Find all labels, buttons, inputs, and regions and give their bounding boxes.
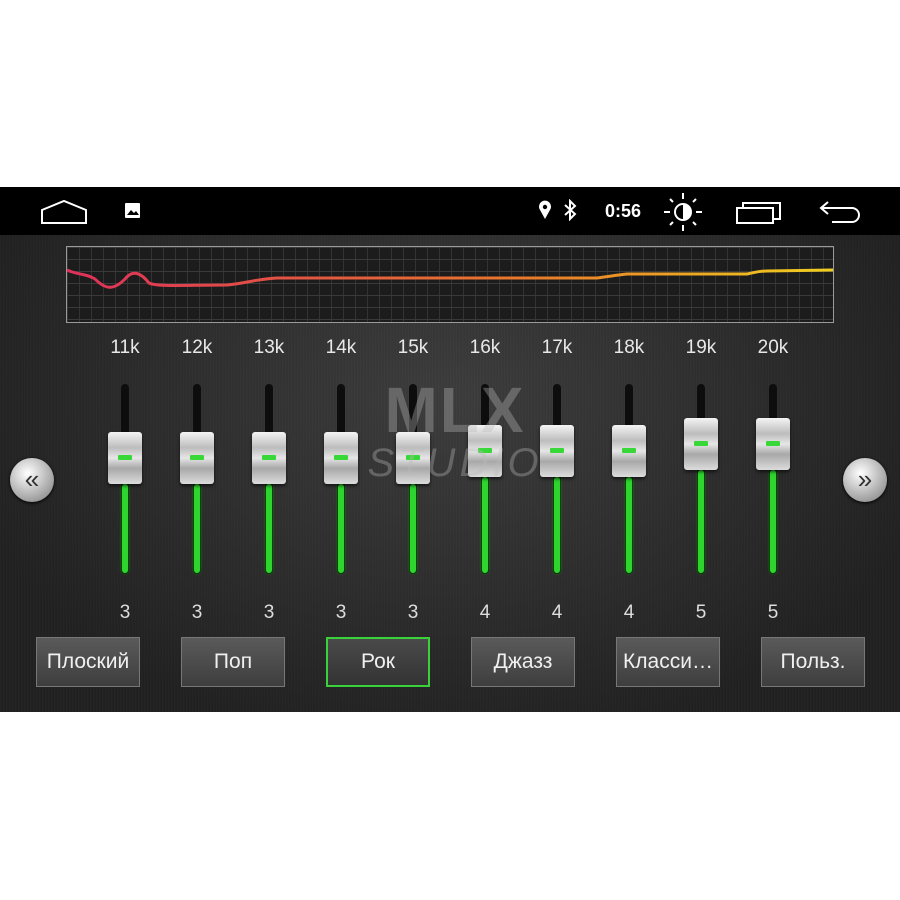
- band-slider-handle[interactable]: [756, 418, 790, 470]
- back-icon[interactable]: [818, 199, 862, 225]
- recent-apps-icon[interactable]: [735, 201, 783, 225]
- preset-button[interactable]: Польз.: [761, 637, 865, 687]
- home-icon[interactable]: [40, 199, 88, 225]
- band-value: 3: [407, 602, 419, 623]
- band-slider-handle[interactable]: [684, 418, 718, 470]
- next-page-button[interactable]: »: [843, 458, 887, 502]
- band-value: 4: [479, 602, 491, 623]
- band-slider-fill: [626, 477, 632, 573]
- handle-indicator: [550, 448, 564, 453]
- band-frequency-label: 12k: [181, 337, 213, 358]
- band-frequency-label: 13k: [253, 337, 285, 358]
- band-frequency-label: 19k: [685, 337, 717, 358]
- handle-indicator: [766, 441, 780, 446]
- handle-indicator: [694, 441, 708, 446]
- clock: 0:56: [605, 201, 642, 221]
- preset-button[interactable]: Джазз: [471, 637, 575, 687]
- band-slider-handle[interactable]: [252, 432, 286, 484]
- band-slider-fill: [770, 470, 776, 573]
- handle-indicator: [406, 455, 420, 460]
- double-chevron-left-icon: «: [24, 464, 40, 494]
- band-slider-handle[interactable]: [180, 432, 214, 484]
- prev-page-button[interactable]: «: [10, 458, 54, 502]
- band-frequency-label: 16k: [469, 337, 501, 358]
- eq-curve-graph: [66, 246, 838, 323]
- band-value: 4: [623, 602, 635, 623]
- handle-indicator: [190, 455, 204, 460]
- preset-button[interactable]: Поп: [181, 637, 285, 687]
- equalizer-screen: 0:56 11k 3 12k 3 13k 3 14k 3 15k 3 16k 4…: [0, 187, 900, 712]
- band-slider-handle[interactable]: [396, 432, 430, 484]
- band-slider-handle[interactable]: [468, 425, 502, 477]
- location-icon: [539, 200, 551, 219]
- band-frequency-label: 20k: [757, 337, 789, 358]
- band-frequency-label: 11k: [110, 337, 140, 358]
- preset-button[interactable]: Класси…: [616, 637, 720, 687]
- band-slider-handle[interactable]: [324, 432, 358, 484]
- handle-indicator: [478, 448, 492, 453]
- band-value: 3: [191, 602, 203, 623]
- band-slider-fill: [266, 484, 272, 573]
- band-slider-fill: [482, 477, 488, 573]
- band-value: 5: [695, 602, 707, 623]
- band-value: 3: [335, 602, 347, 623]
- band-frequency-label: 17k: [541, 337, 573, 358]
- band-slider-fill: [338, 484, 344, 573]
- status-bar: 0:56: [0, 187, 900, 235]
- band-value: 3: [263, 602, 275, 623]
- band-slider-handle[interactable]: [108, 432, 142, 484]
- band-slider-handle[interactable]: [540, 425, 574, 477]
- band-slider-handle[interactable]: [612, 425, 646, 477]
- handle-indicator: [262, 455, 276, 460]
- band-frequency-label: 15k: [397, 337, 429, 358]
- preset-button[interactable]: Рок: [326, 637, 430, 687]
- handle-indicator: [118, 455, 132, 460]
- handle-indicator: [622, 448, 636, 453]
- band-value: 4: [551, 602, 563, 623]
- handle-indicator: [334, 455, 348, 460]
- brightness-icon[interactable]: [662, 191, 704, 233]
- band-frequency-label: 18k: [613, 337, 645, 358]
- band-value: 3: [119, 602, 131, 623]
- preset-button[interactable]: Плоский: [36, 637, 140, 687]
- band-slider-fill: [194, 484, 200, 573]
- bluetooth-icon: [564, 199, 577, 221]
- band-slider-fill: [122, 484, 128, 573]
- gallery-icon[interactable]: [124, 202, 142, 220]
- eq-curve: [66, 268, 838, 289]
- band-slider-fill: [554, 477, 560, 573]
- band-value: 5: [767, 602, 779, 623]
- double-chevron-right-icon: »: [857, 464, 873, 494]
- band-frequency-label: 14k: [325, 337, 357, 358]
- band-slider-fill: [410, 484, 416, 573]
- band-slider-fill: [698, 470, 704, 573]
- watermark-logo: MLX STUDIO: [367, 374, 543, 485]
